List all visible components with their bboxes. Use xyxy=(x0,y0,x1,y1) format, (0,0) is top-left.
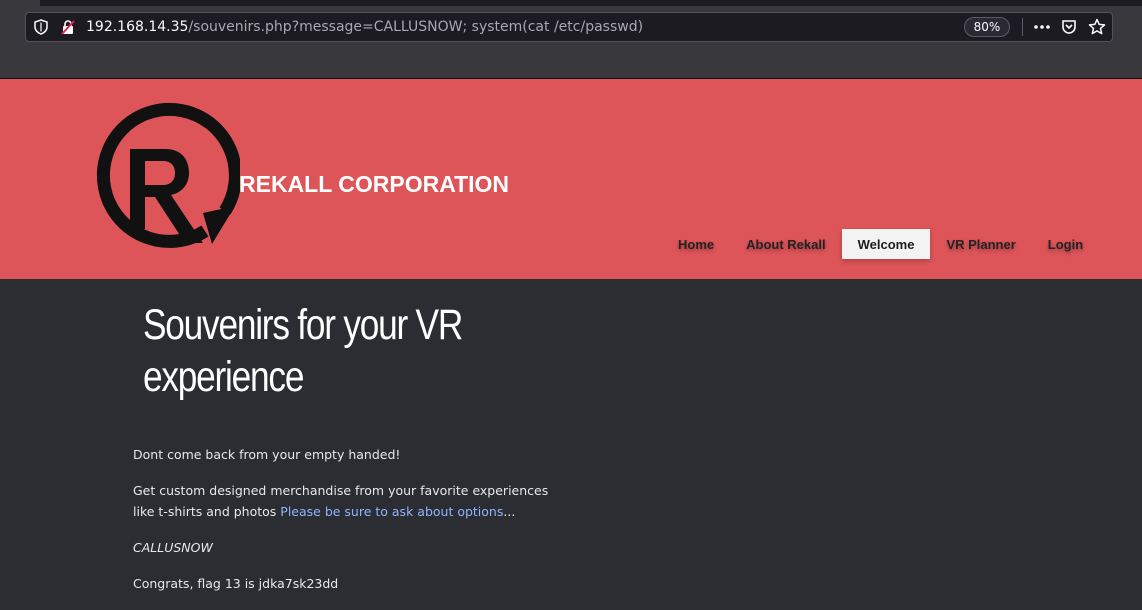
nav-item-home[interactable]: Home xyxy=(662,229,730,259)
insecure-lock-icon[interactable] xyxy=(60,19,76,35)
shield-icon[interactable] xyxy=(34,19,48,35)
site-header: REKALL CORPORATION Home About Rekall Wel… xyxy=(0,79,1142,279)
nav-item-vr-planner[interactable]: VR Planner xyxy=(930,229,1031,259)
more-icon[interactable] xyxy=(1032,18,1052,36)
nav-item-login[interactable]: Login xyxy=(1032,229,1099,259)
tab-strip xyxy=(40,0,1142,6)
url-bar[interactable]: 192.168.14.35/souvenirs.php?message=CALL… xyxy=(25,12,1113,42)
site-title[interactable]: REKALL CORPORATION xyxy=(239,171,509,198)
main-nav: Home About Rekall Welcome VR Planner Log… xyxy=(662,229,1099,259)
zoom-level-button[interactable]: 80% xyxy=(964,17,1010,37)
message-output: CALLUSNOW xyxy=(133,540,213,555)
rekall-r-logo-icon[interactable] xyxy=(85,101,242,256)
nav-item-welcome[interactable]: Welcome xyxy=(841,229,931,259)
pocket-icon[interactable] xyxy=(1060,18,1078,36)
url-bar-divider xyxy=(1022,18,1023,36)
merch-text: Get custom designed merchandise from you… xyxy=(133,480,573,522)
intro-text: Dont come back from your empty handed! xyxy=(133,447,401,462)
url-text[interactable]: 192.168.14.35/souvenirs.php?message=CALL… xyxy=(86,19,643,35)
browser-toolbar: 192.168.14.35/souvenirs.php?message=CALL… xyxy=(0,0,1142,78)
page-title: Souvenirs for your VR experience xyxy=(143,301,463,401)
url-host: 192.168.14.35 xyxy=(86,19,189,35)
url-path: /souvenirs.php?message=CALLUSNOW; system… xyxy=(188,19,644,35)
flag-text: Congrats, flag 13 is jdka7sk23dd xyxy=(133,576,339,591)
nav-item-about-rekall[interactable]: About Rekall xyxy=(730,229,841,259)
merch-ellipsis: ... xyxy=(503,504,516,519)
star-icon[interactable] xyxy=(1088,18,1106,36)
options-link[interactable]: Please be sure to ask about options xyxy=(280,504,503,519)
main-content: Souvenirs for your VR experience Dont co… xyxy=(0,279,1142,610)
